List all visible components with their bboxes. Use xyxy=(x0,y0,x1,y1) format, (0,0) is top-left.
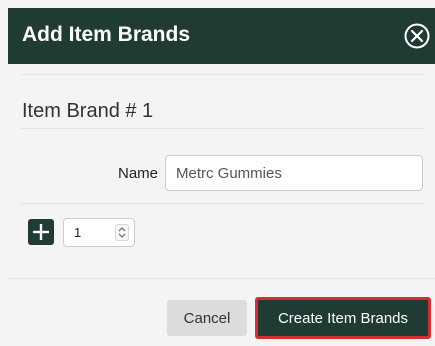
modal-header: Add Item Brands xyxy=(8,8,435,64)
stepper-buttons[interactable] xyxy=(115,224,129,241)
modal-title: Add Item Brands xyxy=(22,23,191,46)
quantity-stepper[interactable]: 1 xyxy=(63,218,135,247)
divider xyxy=(21,74,424,75)
circle-x-icon xyxy=(404,23,430,49)
add-item-button[interactable] xyxy=(28,219,54,245)
cancel-button[interactable]: Cancel xyxy=(167,300,247,336)
add-item-brands-modal: Add Item Brands Item Brand # 1 Name 1 xyxy=(8,8,435,346)
up-down-arrows-icon xyxy=(118,227,126,238)
divider xyxy=(21,128,424,129)
close-button[interactable] xyxy=(403,22,431,50)
create-item-brands-button[interactable]: Create Item Brands xyxy=(255,297,431,339)
item-brand-heading: Item Brand # 1 xyxy=(22,100,154,122)
name-input[interactable] xyxy=(165,155,423,191)
divider xyxy=(21,203,424,204)
name-label: Name xyxy=(117,165,158,182)
plus-icon xyxy=(33,224,49,240)
quantity-value[interactable]: 1 xyxy=(74,225,81,241)
footer-divider xyxy=(8,278,435,279)
